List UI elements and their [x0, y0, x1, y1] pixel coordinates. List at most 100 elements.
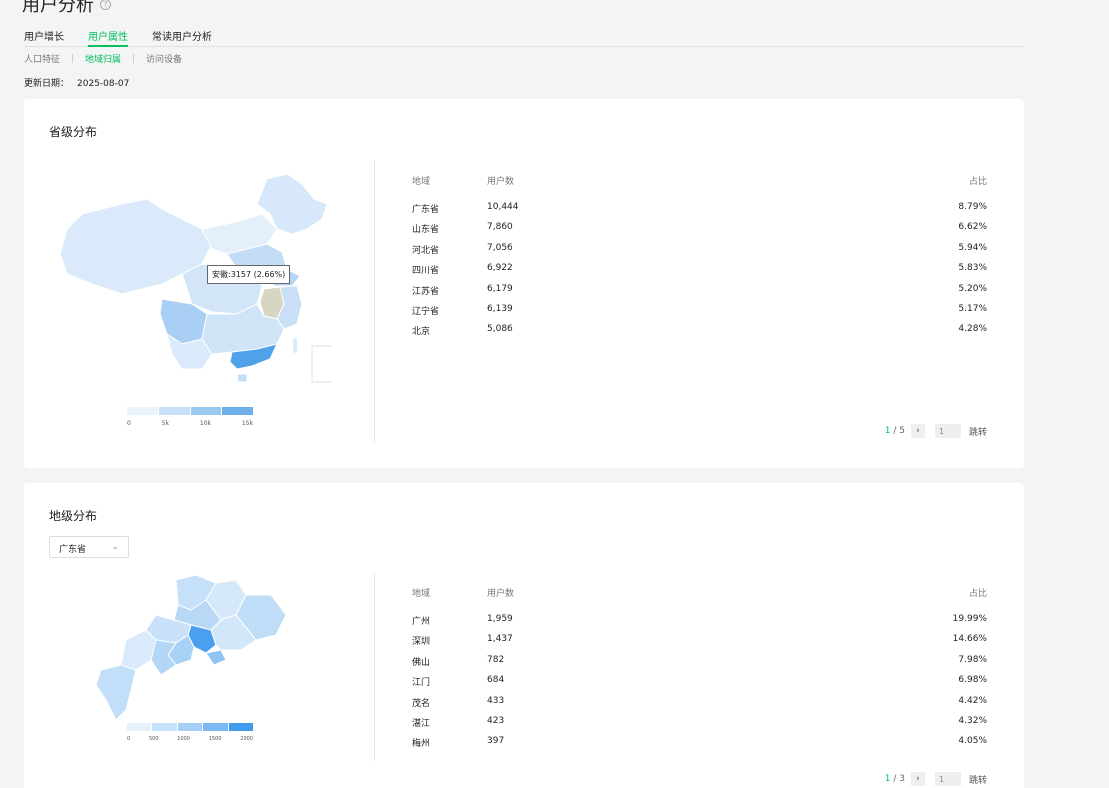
- table-row: 江门 684 6.98%: [412, 675, 987, 695]
- pager-page-input[interactable]: [934, 424, 961, 438]
- cell-users: 397: [487, 736, 505, 747]
- col-header-region[interactable]: 地域: [412, 174, 487, 202]
- chevron-right-icon: ›: [916, 426, 920, 436]
- cell-pct: 4.32%: [958, 715, 987, 726]
- city-table: 地域 用户数 占比 广州 1,959 19.99% 深圳 1,437 14.66% 佛山…: [412, 586, 987, 757]
- city-card: 地级分布 广东省 ⌄ 0 500 1000 1500 2000 地域 用户数 占…: [24, 483, 1024, 788]
- subtab-region[interactable]: 地域归属: [85, 52, 121, 65]
- tab-user-attributes[interactable]: 用户属性: [88, 26, 128, 47]
- cell-region: 辽宁省: [412, 306, 440, 317]
- cell-users: 5,086: [487, 324, 513, 335]
- guangdong-map[interactable]: [96, 575, 286, 720]
- divider: [374, 573, 375, 761]
- table-row: 广州 1,959 19.99%: [412, 614, 987, 634]
- legend-tick: 500: [148, 736, 159, 742]
- subtab-devices[interactable]: 访问设备: [146, 52, 182, 65]
- page-title: 用户分析 ?: [22, 0, 111, 17]
- pager-next-button[interactable]: ›: [910, 772, 925, 786]
- map-region[interactable]: [120, 629, 157, 671]
- province-select[interactable]: 广东省 ⌄: [49, 536, 129, 558]
- legend-tick: 10k: [199, 420, 211, 427]
- cell-pct: 7.98%: [958, 654, 987, 665]
- table-row: 梅州 397 4.05%: [412, 736, 987, 756]
- pager-total: / 5: [893, 426, 905, 436]
- chevron-right-icon: ›: [916, 774, 920, 784]
- cell-users: 7,860: [487, 222, 513, 233]
- col-header-pct[interactable]: 占比: [787, 174, 987, 202]
- cell-region: 四川省: [412, 266, 440, 277]
- legend-tick: 0: [127, 420, 131, 427]
- col-header-region[interactable]: 地域: [412, 586, 487, 614]
- divider: [374, 160, 375, 442]
- cell-region: 广州: [412, 617, 431, 627]
- table-row: 四川省 6,922 5.83%: [412, 263, 987, 283]
- cell-users: 10,444: [487, 202, 519, 212]
- cell-pct: 14.66%: [952, 634, 987, 645]
- cell-users: 684: [487, 675, 505, 686]
- cell-pct: 19.99%: [952, 614, 987, 624]
- map-region[interactable]: [205, 649, 227, 666]
- table-row: 深圳 1,437 14.66%: [412, 634, 987, 654]
- city-title: 地级分布: [49, 509, 98, 523]
- cell-users: 433: [487, 695, 505, 706]
- table-row: 江苏省 6,179 5.20%: [412, 284, 987, 304]
- cell-pct: 5.94%: [958, 242, 987, 253]
- pager-current: 1: [884, 774, 891, 784]
- cell-users: 6,922: [487, 263, 513, 274]
- legend-bar: [127, 407, 253, 415]
- table-row: 佛山 782 7.98%: [412, 655, 987, 675]
- cell-region: 江门: [412, 678, 431, 689]
- table-row: 湛江 423 4.32%: [412, 716, 987, 736]
- legend-tick: 0: [127, 736, 131, 742]
- map-region[interactable]: [96, 664, 137, 720]
- cell-users: 782: [487, 654, 505, 665]
- help-icon[interactable]: ?: [100, 0, 111, 10]
- pager-total: / 3: [893, 774, 905, 784]
- cell-region: 山东省: [412, 225, 440, 236]
- city-pager: 1 / 3 › 跳转: [885, 772, 987, 786]
- cell-pct: 8.79%: [958, 202, 987, 212]
- cell-region: 河北省: [412, 245, 440, 256]
- update-date: 更新日期： 2025-08-07: [24, 76, 129, 89]
- table-row: 河北省 7,056 5.94%: [412, 243, 987, 263]
- subtab-demographics[interactable]: 人口特征: [24, 52, 60, 65]
- cell-pct: 6.62%: [958, 222, 987, 233]
- pager-page-input[interactable]: [934, 772, 961, 786]
- cell-region: 佛山: [412, 657, 431, 668]
- legend-tick: 5k: [161, 420, 169, 427]
- pager-jump-button[interactable]: 跳转: [969, 773, 987, 786]
- cell-users: 7,056: [487, 242, 513, 253]
- province-title: 省级分布: [49, 125, 98, 139]
- map-region[interactable]: [236, 373, 248, 383]
- province-select-value: 广东省: [59, 545, 87, 555]
- table-row: 山东省 7,860 6.62%: [412, 222, 987, 242]
- pager-jump-button[interactable]: 跳转: [969, 425, 987, 438]
- cell-region: 广东省: [412, 205, 440, 215]
- province-pager: 1 / 5 › 跳转: [885, 424, 987, 438]
- table-header: 地域 用户数 占比: [412, 586, 987, 614]
- map-tooltip: 安徽:3157 (2.66%): [207, 265, 291, 284]
- cell-region: 梅州: [412, 739, 431, 750]
- legend-tick: 2000: [240, 736, 253, 742]
- cell-region: 茂名: [412, 698, 431, 709]
- pager-next-button[interactable]: ›: [910, 424, 925, 438]
- tab-user-growth[interactable]: 用户增长: [24, 26, 64, 47]
- tab-frequent-readers[interactable]: 常读用户分析: [152, 26, 212, 47]
- legend-tick: 1500: [208, 736, 222, 742]
- city-legend: 0 500 1000 1500 2000: [127, 723, 254, 742]
- cell-pct: 4.05%: [958, 736, 987, 747]
- map-region[interactable]: [291, 336, 299, 355]
- cell-users: 6,179: [487, 283, 513, 294]
- cell-pct: 5.83%: [958, 263, 987, 274]
- chevron-down-icon: ⌄: [111, 542, 119, 552]
- south-sea-inset: [311, 345, 332, 383]
- cell-users: 1,959: [487, 614, 513, 624]
- subtabs: 人口特征 地域归属 访问设备: [24, 52, 182, 65]
- table-row: 北京 5,086 4.28%: [412, 324, 987, 344]
- table-row: 广东省 10,444 8.79%: [412, 202, 987, 222]
- col-header-users[interactable]: 用户数: [487, 586, 787, 614]
- legend-tick: 1000: [177, 736, 190, 742]
- table-header: 地域 用户数 占比: [412, 174, 987, 202]
- col-header-users[interactable]: 用户数: [487, 174, 787, 202]
- col-header-pct[interactable]: 占比: [787, 586, 987, 614]
